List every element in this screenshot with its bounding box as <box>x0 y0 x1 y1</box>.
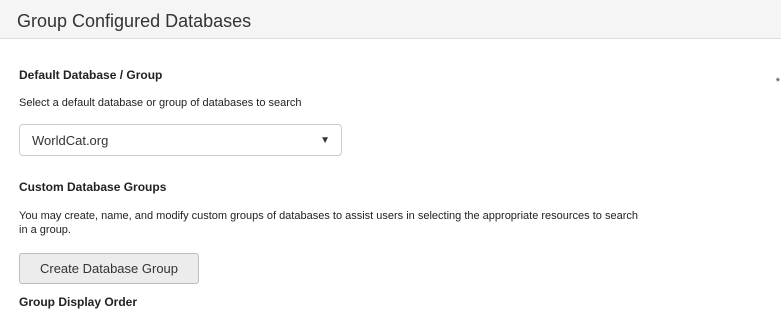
custom-database-groups-heading: Custom Database Groups <box>19 180 167 194</box>
default-database-select-value: WorldCat.org <box>32 133 109 148</box>
default-database-help-text: Select a default database or group of da… <box>19 97 302 109</box>
panel-heading: Group Configured Databases <box>0 0 781 39</box>
default-database-select[interactable]: WorldCat.org ▼ <box>19 124 342 156</box>
default-database-group-heading: Default Database / Group <box>19 68 163 82</box>
custom-groups-help-line-2: in a group. <box>19 224 71 236</box>
group-display-order-heading: Group Display Order <box>19 295 138 309</box>
required-marker: * <box>775 76 780 88</box>
panel-title: Group Configured Databases <box>17 11 252 31</box>
chevron-down-icon: ▼ <box>320 135 330 146</box>
custom-groups-help-line-1: You may create, name, and modify custom … <box>19 210 638 222</box>
create-database-group-button[interactable]: Create Database Group <box>19 253 199 284</box>
group-configured-databases-page: Group Configured Databases Default Datab… <box>0 0 781 312</box>
